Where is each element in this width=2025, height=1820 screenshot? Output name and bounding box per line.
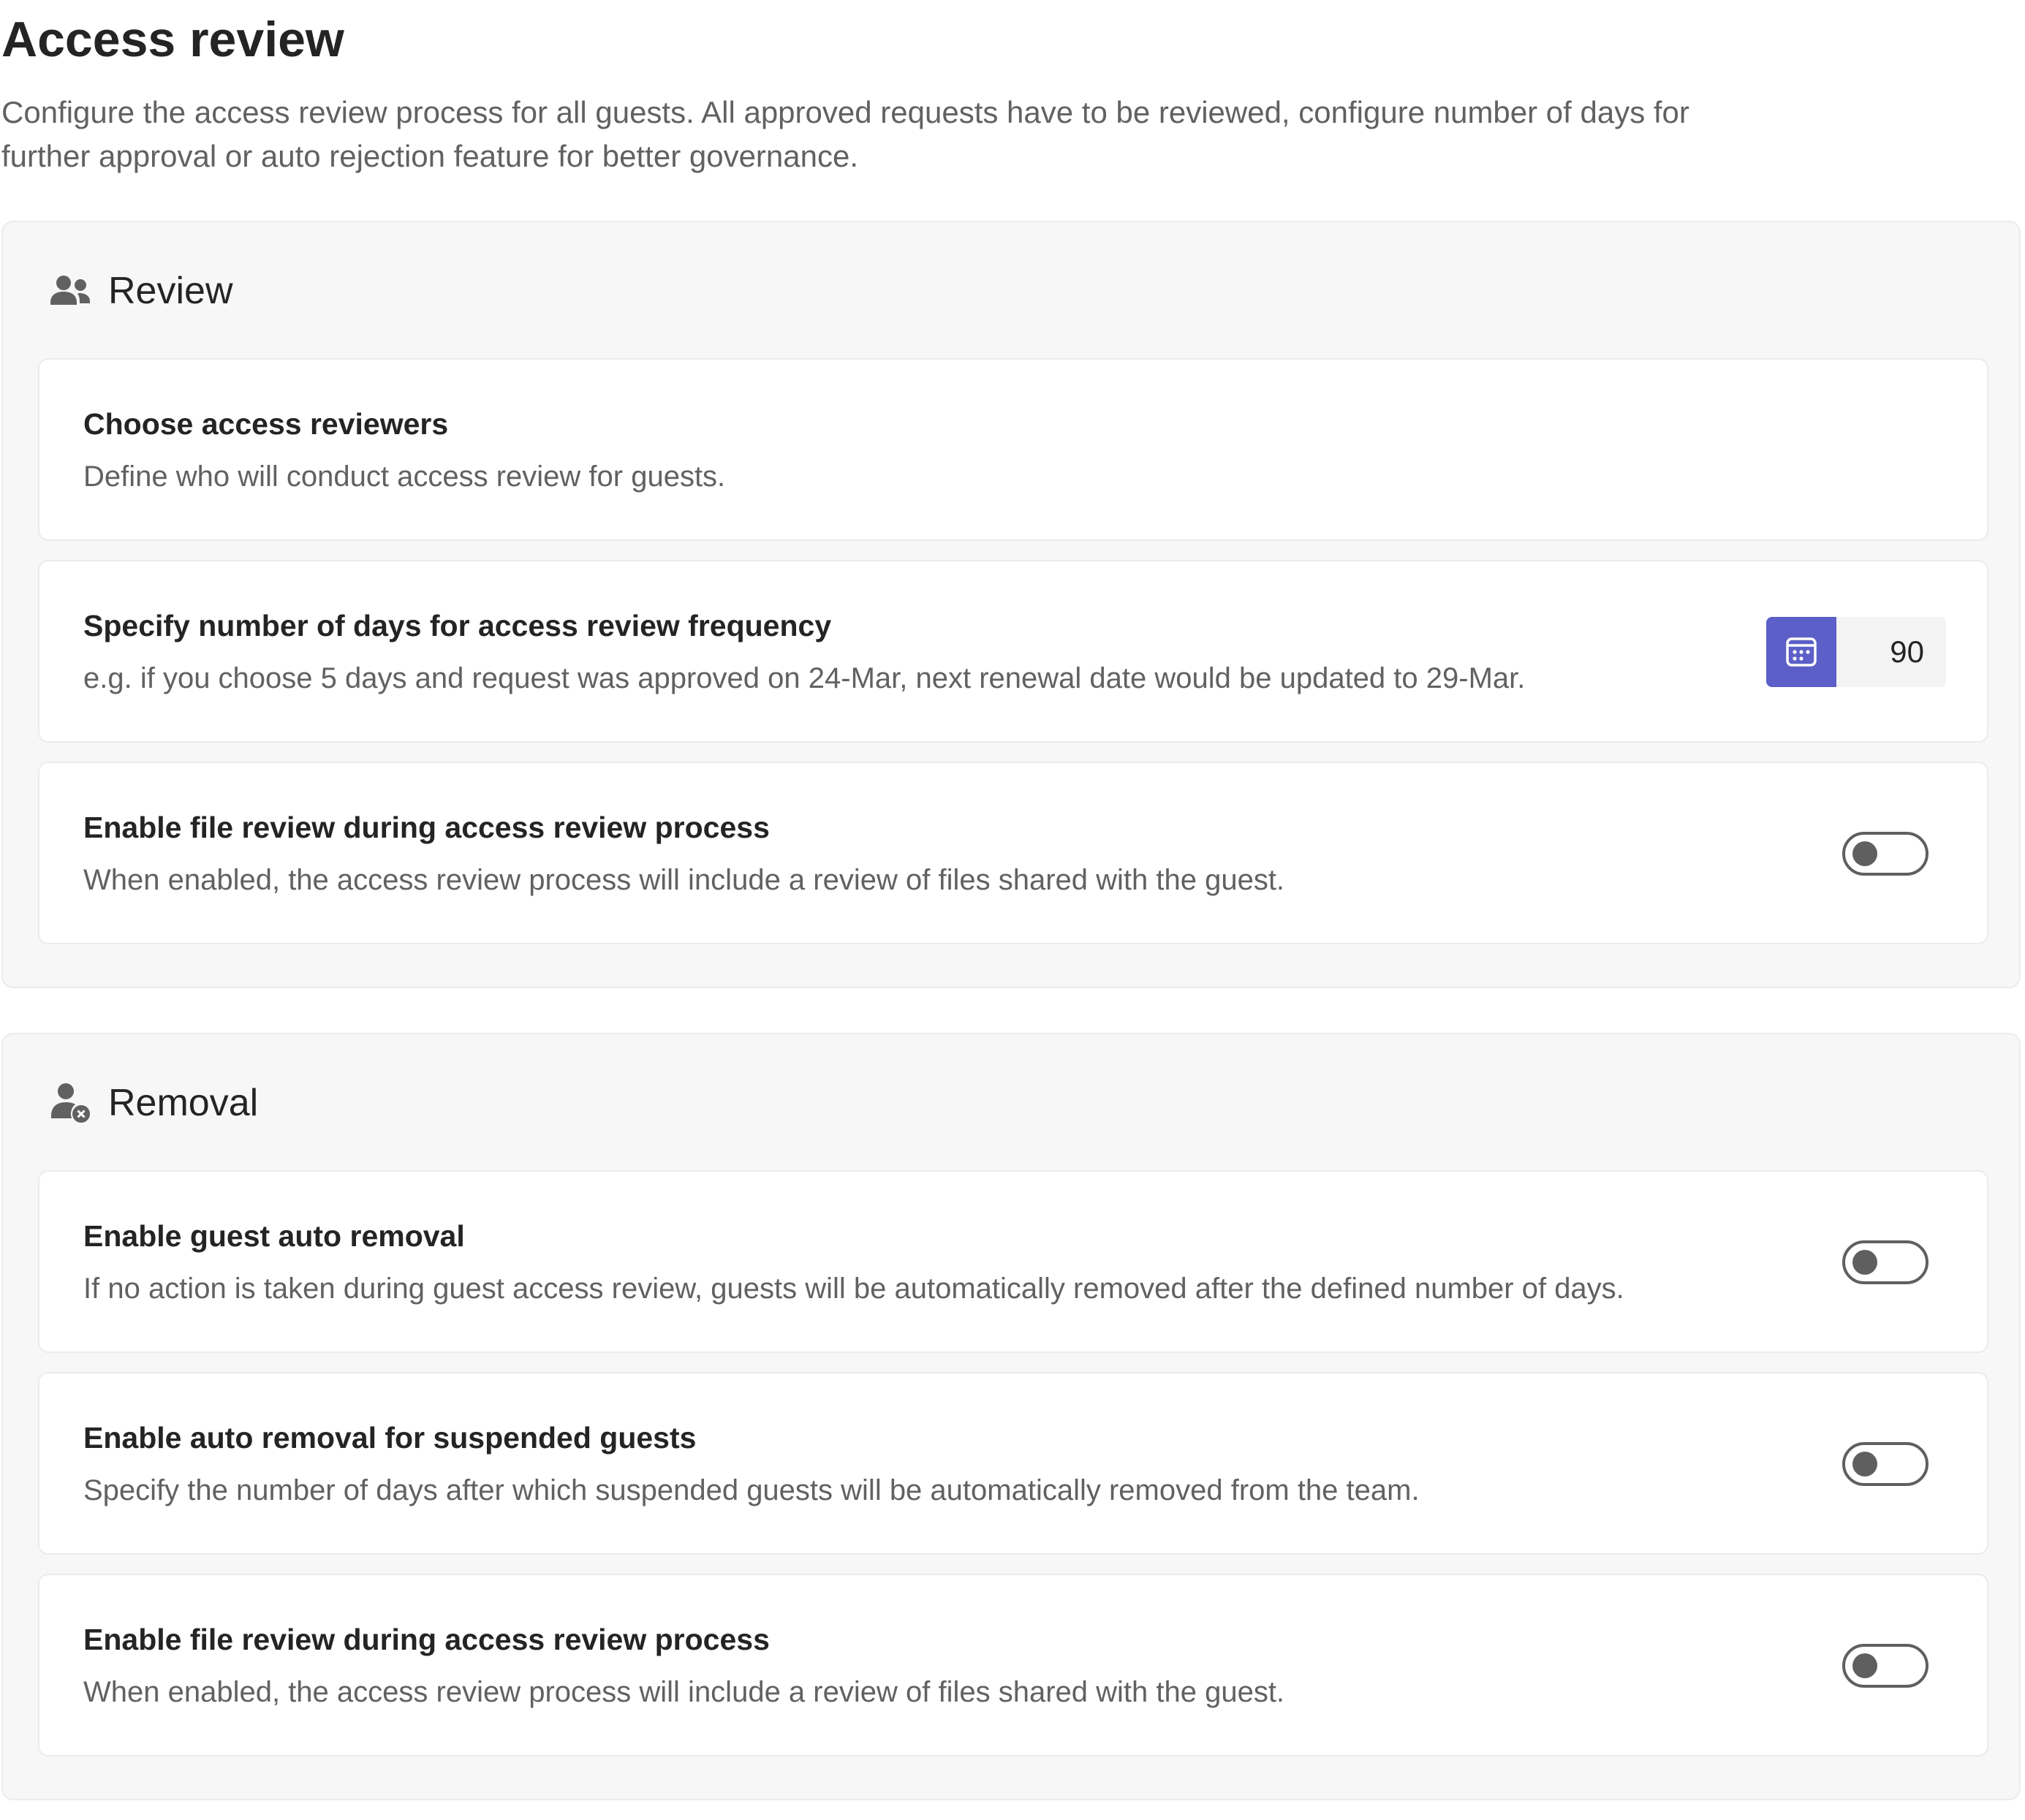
card-title: Enable guest auto removal [83,1219,465,1253]
card-title: Enable auto removal for suspended guests [83,1421,697,1455]
removal-section-title: Removal [108,1082,259,1124]
review-section: Review Choose access reviewers Define wh… [1,221,2021,988]
card-title: Specify number of days for access review… [83,609,832,642]
removal-section: Removal Enable guest auto removal If no … [1,1033,2021,1800]
people-icon [48,269,92,313]
choose-access-reviewers-card[interactable]: Choose access reviewers Define who will … [38,358,1988,541]
card-description: If no action is taken during guest acces… [83,1273,1624,1305]
calendar-icon [1786,637,1817,667]
review-section-header: Review [48,260,233,322]
suspended-guests-removal-card: Enable auto removal for suspended guests… [38,1372,1988,1555]
days-value[interactable]: 90 [1836,617,1946,687]
card-description: Define who will conduct access review fo… [83,460,726,493]
card-title: Enable file review during access review … [83,811,770,844]
card-description: When enabled, the access review process … [83,864,1285,896]
review-frequency-card: Specify number of days for access review… [38,560,1988,743]
removal-file-review-card: Enable file review during access review … [38,1574,1988,1756]
file-review-toggle[interactable] [1842,832,1929,876]
toggle-knob [1852,841,1877,866]
person-remove-icon [48,1081,92,1125]
file-review-card: Enable file review during access review … [38,762,1988,944]
page-description: Configure the access review process for … [1,95,1689,173]
toggle-knob [1852,1653,1877,1678]
card-title: Choose access reviewers [83,407,449,441]
review-section-title: Review [108,270,233,312]
toggle-knob [1852,1452,1877,1476]
calendar-button[interactable] [1766,617,1836,687]
card-description: e.g. if you choose 5 days and request wa… [83,662,1526,694]
toggle-knob [1852,1250,1877,1275]
removal-section-header: Removal [48,1072,258,1134]
removal-file-review-toggle[interactable] [1842,1644,1929,1688]
suspended-guests-removal-toggle[interactable] [1842,1442,1929,1486]
card-description: Specify the number of days after which s… [83,1474,1420,1506]
card-description: When enabled, the access review process … [83,1676,1285,1708]
review-frequency-days-input[interactable]: 90 [1766,617,1946,687]
guest-auto-removal-toggle[interactable] [1842,1240,1929,1284]
guest-auto-removal-card: Enable guest auto removal If no action i… [38,1170,1988,1353]
page-title: Access review [1,12,344,67]
card-title: Enable file review during access review … [83,1623,770,1656]
